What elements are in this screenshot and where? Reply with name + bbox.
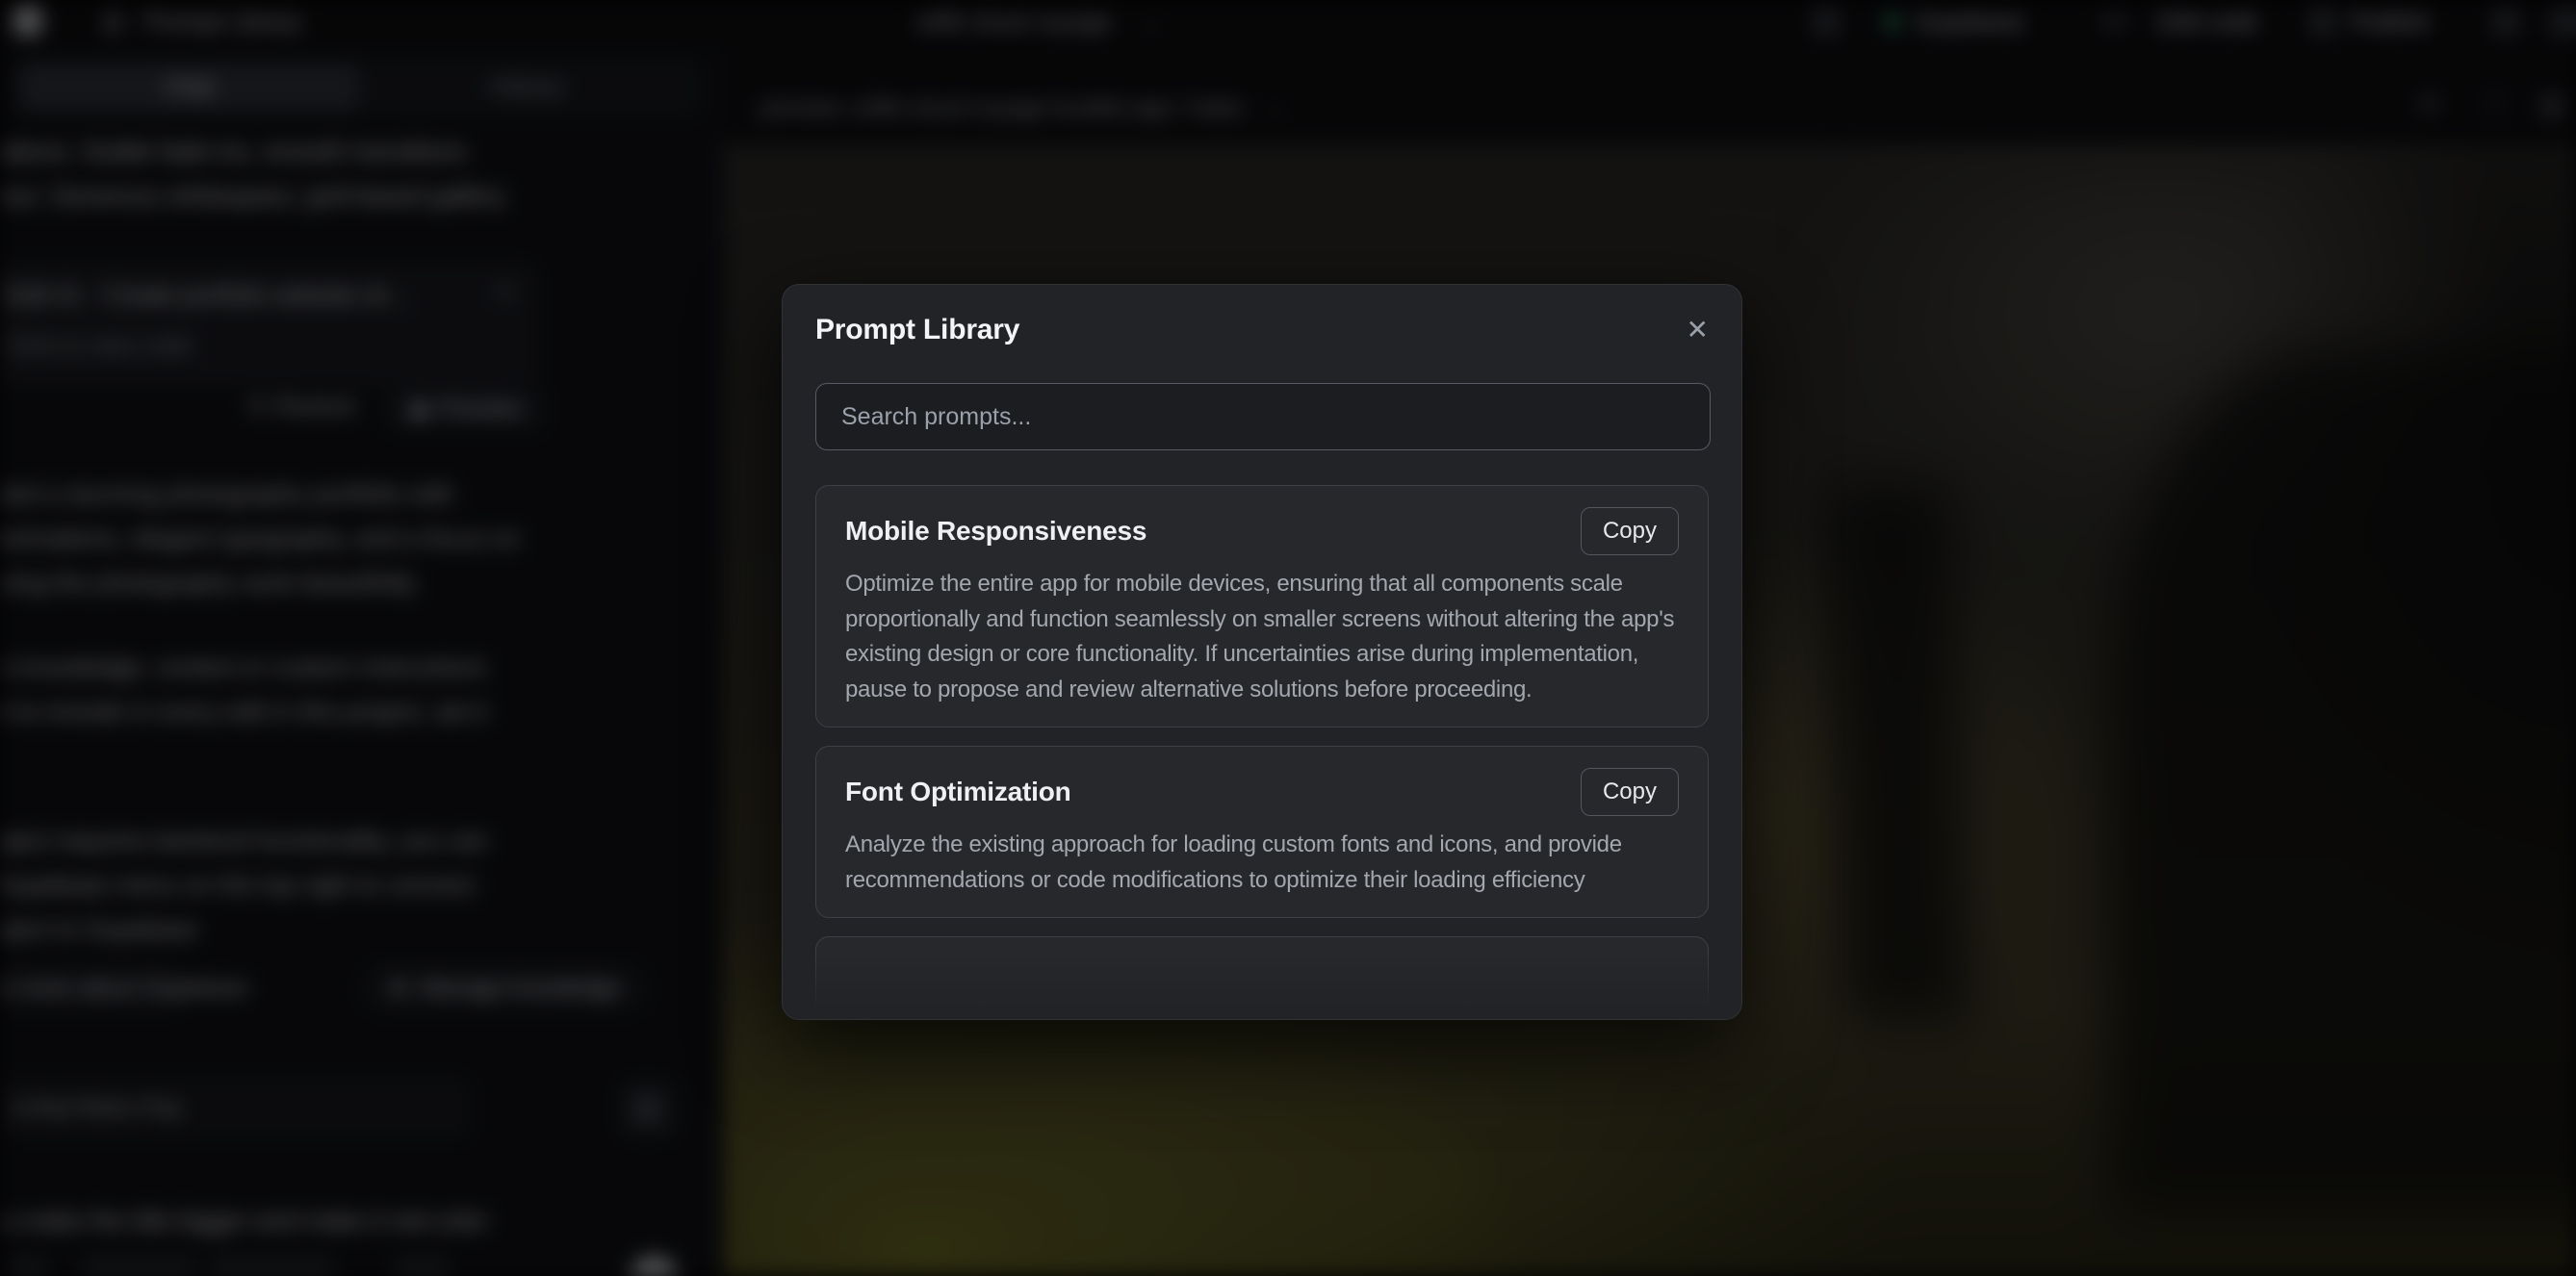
prompt-description: Optimize the entire app for mobile devic…	[845, 567, 1679, 707]
modal-title: Prompt Library	[815, 314, 1019, 346]
prompt-card-partial	[815, 936, 1709, 1020]
prompt-title: Mobile Responsiveness	[845, 516, 1146, 547]
prompt-title: Font Optimization	[845, 777, 1071, 807]
prompt-description: Analyze the existing approach for loadin…	[845, 828, 1679, 898]
close-icon[interactable]: ✕	[1687, 314, 1709, 345]
copy-button[interactable]: Copy	[1581, 507, 1679, 555]
prompt-card: Mobile Responsiveness Copy Optimize the …	[815, 485, 1709, 727]
prompt-library-modal: Prompt Library ✕ Mobile Responsiveness C…	[782, 284, 1742, 1020]
prompt-card: Font Optimization Copy Analyze the exist…	[815, 746, 1709, 918]
prompt-list: Mobile Responsiveness Copy Optimize the …	[815, 485, 1709, 1019]
search-input[interactable]	[815, 383, 1711, 450]
copy-button[interactable]: Copy	[1581, 768, 1679, 816]
